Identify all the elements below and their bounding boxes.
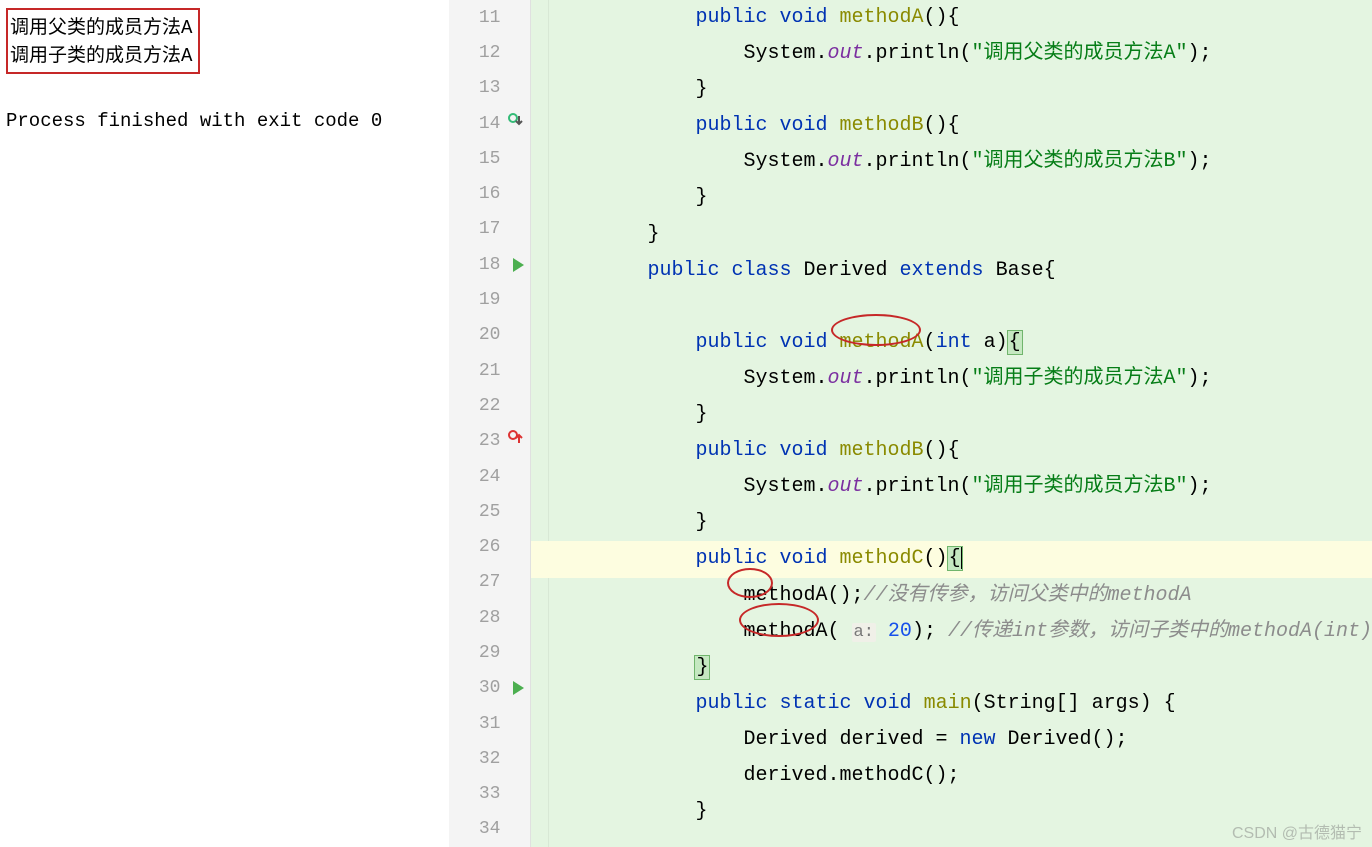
code-line[interactable]: } <box>551 650 1372 686</box>
gutter-line-number[interactable]: 16 <box>449 176 530 211</box>
watermark: CSDN @古德猫宁 <box>1232 819 1362 843</box>
gutter-line-number[interactable]: 15 <box>449 141 530 176</box>
gutter-line-number[interactable]: 20 <box>449 318 530 353</box>
code-line[interactable]: methodA( a: 20); //传递int参数，访问子类中的methodA… <box>551 614 1372 650</box>
code-line[interactable]: System.out.println("调用子类的成员方法B"); <box>551 469 1372 505</box>
code-line[interactable]: System.out.println("调用子类的成员方法A"); <box>551 361 1372 397</box>
gutter-line-number[interactable]: 21 <box>449 353 530 388</box>
code-line[interactable]: } <box>551 72 1372 108</box>
code-line[interactable]: public void methodB(){ <box>551 433 1372 469</box>
gutter-line-number[interactable]: 22 <box>449 388 530 423</box>
process-exit-line: Process finished with exit code 0 <box>6 110 443 132</box>
editor-panel: 1112131415161718192021222324252627282930… <box>449 0 1372 847</box>
code-line[interactable] <box>551 289 1372 325</box>
code-line[interactable]: System.out.println("调用父类的成员方法B"); <box>551 144 1372 180</box>
run-icon[interactable] <box>513 258 524 272</box>
code-line[interactable]: public void methodA(int a){ <box>551 325 1372 361</box>
gutter-line-number[interactable]: 17 <box>449 212 530 247</box>
code-area[interactable]: public void methodA(){ System.out.printl… <box>531 0 1372 847</box>
code-line[interactable]: } <box>551 397 1372 433</box>
console-line: 调用子类的成员方法A <box>10 42 192 70</box>
code-line[interactable]: Derived derived = new Derived(); <box>551 722 1372 758</box>
gutter-line-number[interactable]: 19 <box>449 282 530 317</box>
gutter-line-number[interactable]: 14 <box>449 106 530 141</box>
gutter-line-number[interactable]: 11 <box>449 0 530 35</box>
code-line[interactable]: } <box>551 180 1372 216</box>
gutter-line-number[interactable]: 33 <box>449 777 530 812</box>
override-up-icon[interactable] <box>508 430 524 452</box>
gutter-line-number[interactable]: 26 <box>449 529 530 564</box>
gutter-line-number[interactable]: 32 <box>449 741 530 776</box>
gutter-line-number[interactable]: 34 <box>449 812 530 847</box>
override-down-icon[interactable] <box>508 113 524 135</box>
code-line[interactable]: } <box>551 505 1372 541</box>
console-line: 调用父类的成员方法A <box>10 14 192 42</box>
code-line[interactable]: public void methodB(){ <box>551 108 1372 144</box>
code-lines[interactable]: public void methodA(){ System.out.printl… <box>531 0 1372 847</box>
console-output-box: 调用父类的成员方法A 调用子类的成员方法A <box>6 8 200 74</box>
gutter-line-number[interactable]: 27 <box>449 565 530 600</box>
gutter-line-number[interactable]: 24 <box>449 459 530 494</box>
code-line[interactable]: public void methodC(){ <box>531 541 1372 577</box>
gutter-line-number[interactable]: 31 <box>449 706 530 741</box>
code-line[interactable]: derived.methodC(); <box>551 758 1372 794</box>
run-icon[interactable] <box>513 681 524 695</box>
code-line[interactable]: } <box>551 217 1372 253</box>
code-line[interactable]: public void methodA(){ <box>551 0 1372 36</box>
gutter-line-number[interactable]: 28 <box>449 600 530 635</box>
editor-gutter[interactable]: 1112131415161718192021222324252627282930… <box>449 0 531 847</box>
gutter-line-number[interactable]: 25 <box>449 494 530 529</box>
console-panel: 调用父类的成员方法A 调用子类的成员方法A Process finished w… <box>0 0 449 847</box>
gutter-line-number[interactable]: 13 <box>449 71 530 106</box>
gutter-line-number[interactable]: 29 <box>449 635 530 670</box>
code-line[interactable]: public class Derived extends Base{ <box>551 253 1372 289</box>
gutter-line-number[interactable]: 30 <box>449 671 530 706</box>
code-line[interactable]: public static void main(String[] args) { <box>551 686 1372 722</box>
code-line[interactable]: System.out.println("调用父类的成员方法A"); <box>551 36 1372 72</box>
gutter-line-number[interactable]: 12 <box>449 35 530 70</box>
gutter-line-number[interactable]: 23 <box>449 424 530 459</box>
code-line[interactable]: methodA();//没有传参，访问父类中的methodA <box>551 578 1372 614</box>
gutter-line-number[interactable]: 18 <box>449 247 530 282</box>
